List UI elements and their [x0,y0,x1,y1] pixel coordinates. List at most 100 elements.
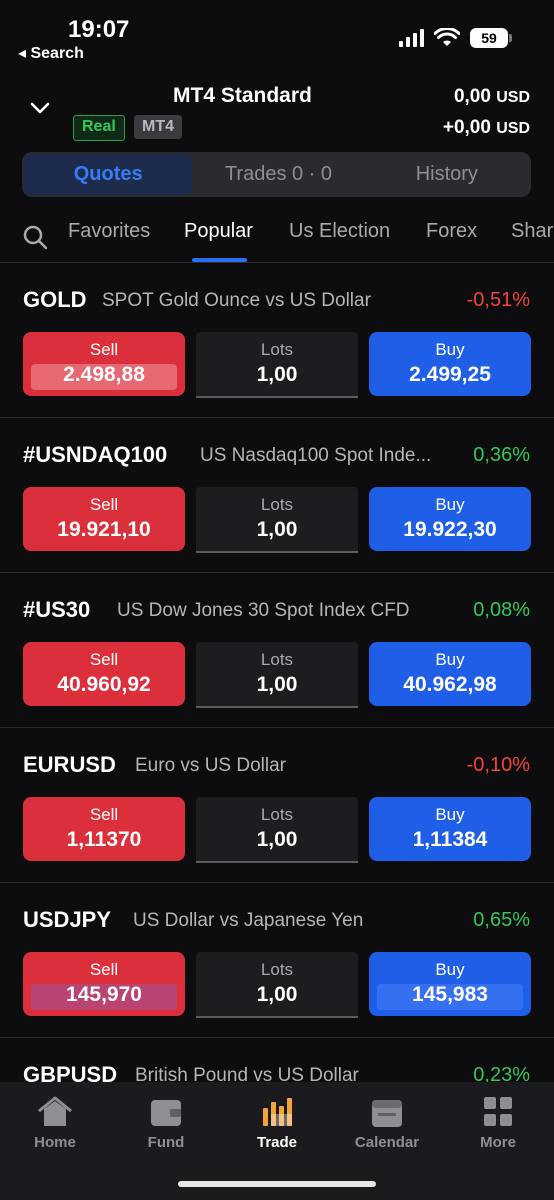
instrument-description: SPOT Gold Ounce vs US Dollar [102,290,371,311]
instrument-change: -0,10% [466,754,530,776]
tab-label: Home [34,1134,76,1151]
sell-button[interactable]: Sell 1,11370 [23,797,185,861]
category-tabs: Favorites Popular Us Election Forex Shar… [0,212,554,262]
buy-button[interactable]: Buy 2.499,25 [369,332,531,396]
buy-price: 145,983 [412,983,488,1006]
sell-button[interactable]: Sell 19.921,10 [23,487,185,551]
lots-value: 1,00 [256,828,298,851]
tab-label: Calendar [354,1134,420,1151]
instrument-symbol: GOLD [23,287,87,312]
lots-value: 1,00 [256,983,298,1006]
sell-button[interactable]: Sell 2.498,88 [23,332,185,396]
lots-value: 1,00 [256,363,298,386]
instrument-symbol: EURUSD [23,752,116,777]
sell-label: Sell [89,805,119,824]
instrument-description: US Dollar vs Japanese Yen [133,910,364,931]
sell-price: 19.921,10 [57,518,151,541]
instrument-change: -0,51% [466,289,530,311]
home-indicator[interactable] [178,1181,376,1187]
sell-label: Sell [89,960,119,979]
tab-home[interactable]: Home [15,1096,95,1151]
sell-price: 1,11370 [66,828,142,851]
buy-button[interactable]: Buy 1,11384 [369,797,531,861]
wallet-icon [151,1100,181,1126]
instrument-row-usdjpy[interactable]: USDJPY US Dollar vs Japanese Yen 0,65% S… [0,883,554,1038]
buy-price: 2.499,25 [409,363,491,386]
instrument-description: US Nasdaq100 Spot Inde... [200,445,432,466]
sell-button[interactable]: Sell 40.960,92 [23,642,185,706]
search-icon[interactable] [22,224,48,250]
lots-value: 1,00 [256,518,298,541]
category-shares[interactable]: Shares [511,220,554,243]
buy-label: Buy [435,960,465,979]
buy-button[interactable]: Buy 19.922,30 [369,487,531,551]
chevron-down-icon[interactable] [28,100,52,116]
category-favorites[interactable]: Favorites [68,220,150,243]
buy-label: Buy [435,650,465,669]
instrument-description: Euro vs US Dollar [135,755,286,776]
trade-chart-icon [263,1098,292,1126]
lots-input[interactable]: Lots 1,00 [196,487,358,553]
lots-input[interactable]: Lots 1,00 [196,642,358,708]
back-to-search-link[interactable]: ◂ Search [18,43,84,63]
tab-quotes[interactable]: Quotes [24,154,193,195]
tab-more[interactable]: More [458,1096,538,1151]
tab-trade[interactable]: Trade [237,1096,317,1151]
buy-button[interactable]: Buy 145,983 [369,952,531,1016]
instrument-row-us30[interactable]: #US30 US Dow Jones 30 Spot Index CFD 0,0… [0,573,554,728]
buy-button[interactable]: Buy 40.962,98 [369,642,531,706]
instrument-change: 0,36% [473,444,530,466]
category-us-election[interactable]: Us Election [289,220,390,243]
sell-label: Sell [89,495,119,514]
wifi-icon [434,28,460,46]
tab-calendar[interactable]: Calendar [347,1096,427,1151]
sell-price: 40.960,92 [57,673,151,696]
buy-price: 1,11384 [412,828,488,851]
pl-value: +0,00 [442,117,491,138]
lots-input[interactable]: Lots 1,00 [196,797,358,863]
buy-label: Buy [435,495,465,514]
segmented-control: Quotes Trades 0 · 0 History [22,152,531,197]
lots-label: Lots [260,960,294,979]
instrument-row-usndaq100[interactable]: #USNDAQ100 US Nasdaq100 Spot Inde... 0,3… [0,418,554,573]
account-name[interactable]: MT4 Standard [173,84,312,108]
battery-icon: 59 [470,28,512,48]
sell-label: Sell [89,340,119,359]
instrument-description: US Dow Jones 30 Spot Index CFD [117,600,410,621]
lots-input[interactable]: Lots 1,00 [196,952,358,1018]
signal-icon [399,29,424,47]
tab-label: Trade [256,1134,298,1151]
buy-label: Buy [435,805,465,824]
instrument-change: 0,65% [473,909,530,931]
sell-price: 2.498,88 [63,363,145,386]
instrument-row-gold[interactable]: GOLD SPOT Gold Ounce vs US Dollar -0,51%… [0,263,554,418]
status-icons: 59 [399,28,512,48]
lots-label: Lots [260,495,294,514]
account-balance: 0,00 USD [454,86,530,108]
tab-trades[interactable]: Trades 0 · 0 [194,152,362,197]
account-pl: +0,00 USD [443,117,530,139]
sell-price: 145,970 [66,983,142,1006]
tab-label: Fund [147,1134,185,1151]
lots-label: Lots [260,805,294,824]
buy-label: Buy [435,340,465,359]
tab-fund[interactable]: Fund [126,1096,206,1151]
status-time: 19:07 [68,16,130,43]
lots-input[interactable]: Lots 1,00 [196,332,358,398]
balance-currency: USD [496,89,530,106]
sell-label: Sell [89,650,119,669]
calendar-icon [372,1100,402,1127]
instrument-row-eurusd[interactable]: EURUSD Euro vs US Dollar -0,10% Sell 1,1… [0,728,554,883]
sell-button[interactable]: Sell 145,970 [23,952,185,1016]
category-forex[interactable]: Forex [426,220,477,243]
category-popular[interactable]: Popular [184,220,253,243]
balance-value: 0,00 [453,86,491,107]
home-icon [38,1096,72,1126]
tab-label: More [480,1134,516,1151]
account-type-badge: Real [73,115,125,141]
buy-price: 40.962,98 [403,673,497,696]
pl-currency: USD [496,120,530,137]
tab-history[interactable]: History [363,152,531,197]
instrument-symbol: USDJPY [23,907,112,932]
lots-label: Lots [260,340,294,359]
